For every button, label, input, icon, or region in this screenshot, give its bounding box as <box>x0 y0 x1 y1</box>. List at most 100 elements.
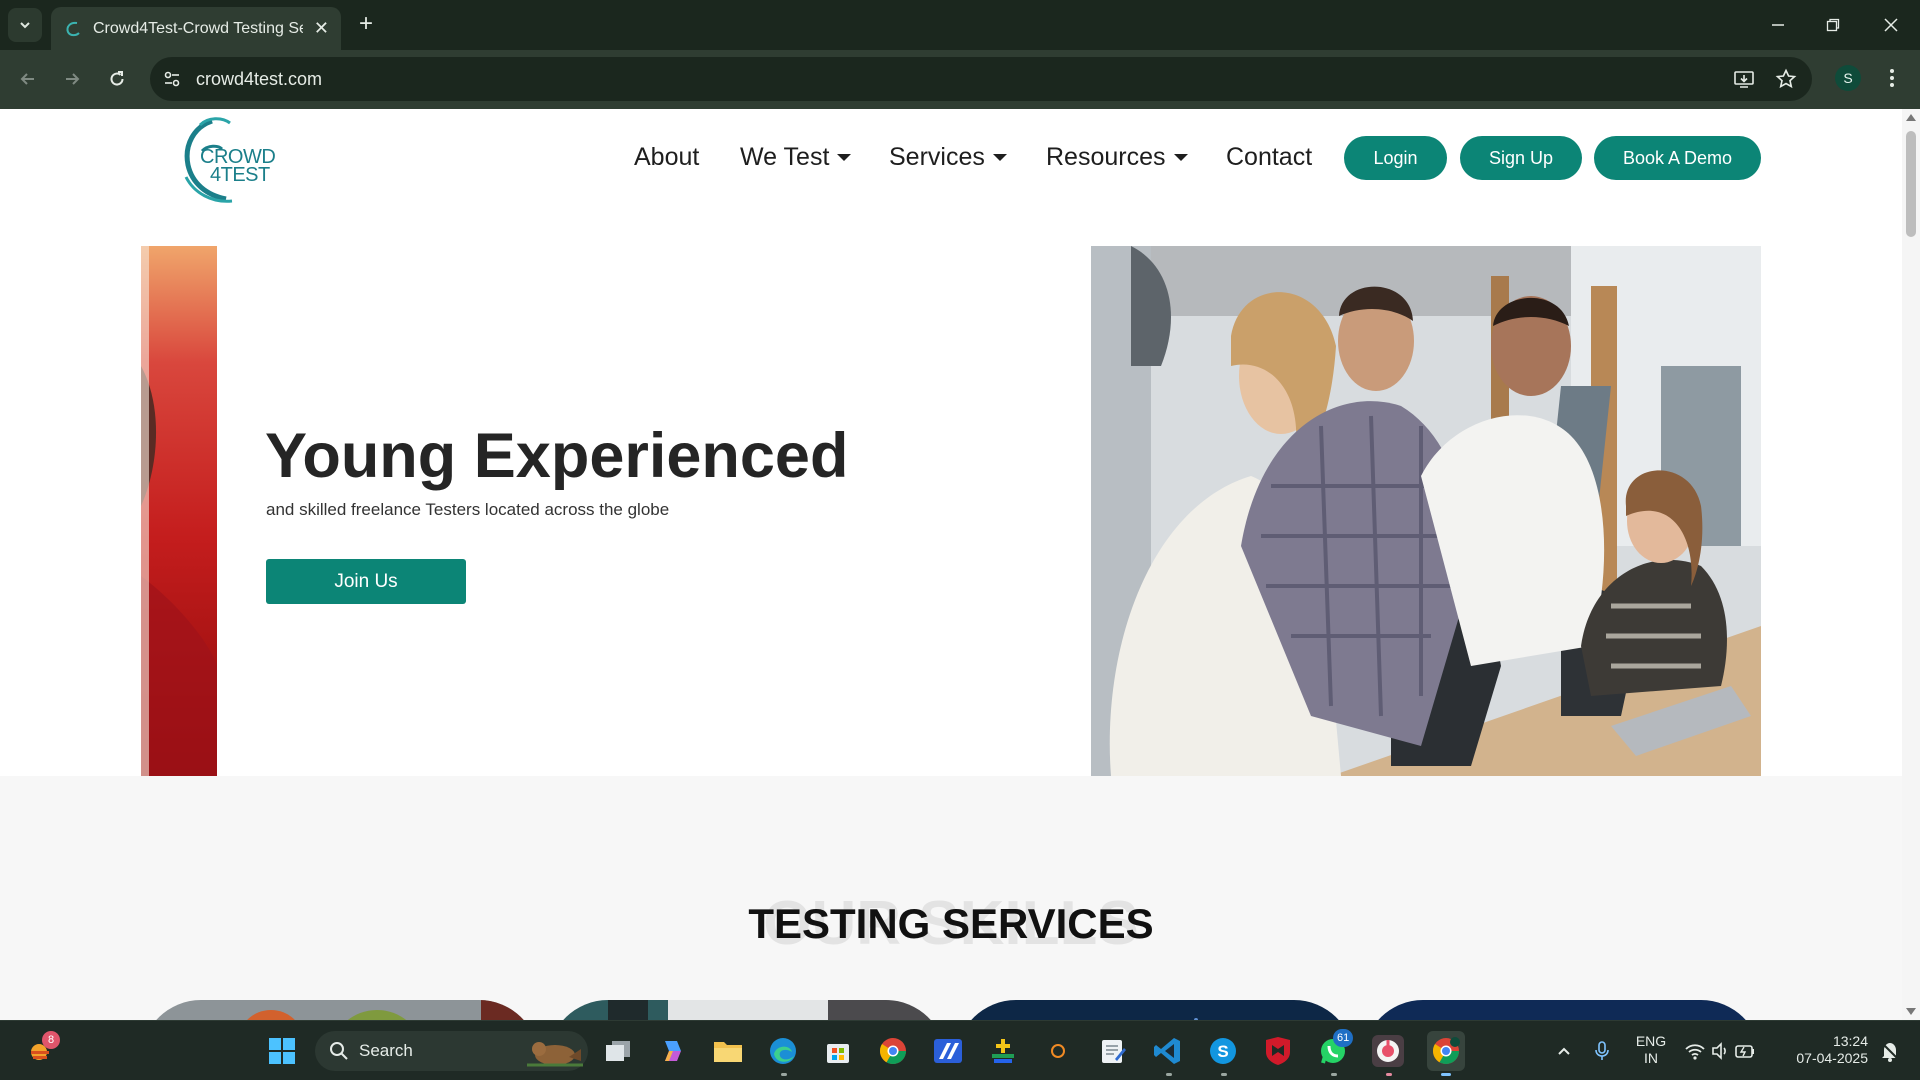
nav-we-test[interactable]: We Test <box>740 143 852 172</box>
forward-button[interactable] <box>56 63 88 95</box>
nav-services-label: Services <box>889 143 985 171</box>
join-us-button[interactable]: Join Us <box>266 559 466 604</box>
reload-icon <box>110 71 124 86</box>
vscode-icon <box>1154 1038 1180 1064</box>
back-button[interactable] <box>12 63 44 95</box>
chevron-down-icon <box>20 22 30 29</box>
service-card-3[interactable] <box>956 1000 1354 1020</box>
skype-button[interactable]: S <box>1207 1035 1239 1067</box>
service-card-4-image <box>1363 1000 1761 1020</box>
url-text[interactable]: crowd4test.com <box>196 69 322 89</box>
profile-avatar[interactable]: S <box>1835 65 1861 91</box>
skype-icon: S <box>1210 1038 1236 1064</box>
app-plus-button[interactable] <box>987 1035 1019 1067</box>
clock-date: 07-04-2025 <box>1796 1050 1868 1066</box>
browser-tab-active[interactable]: Crowd4Test-Crowd Testing Serv ✕ <box>51 7 341 50</box>
nav-about[interactable]: About <box>634 143 699 172</box>
taskbar-search-label: Search <box>359 1041 413 1060</box>
site-settings-icon[interactable] <box>162 69 182 89</box>
login-button[interactable]: Login <box>1344 136 1447 180</box>
close-window-button[interactable] <box>1876 12 1906 38</box>
page-scrollbar[interactable] <box>1902 109 1920 1020</box>
browser-menu-button[interactable] <box>1881 64 1903 92</box>
mcafee-shield-icon <box>1266 1037 1290 1065</box>
chrome-active-indicator <box>1441 1073 1451 1076</box>
install-app-icon[interactable] <box>1733 68 1755 90</box>
chrome-active-button[interactable] <box>1427 1031 1465 1071</box>
file-explorer-button[interactable] <box>712 1035 744 1067</box>
address-bar[interactable]: crowd4test.com <box>150 57 1812 101</box>
task-view-button[interactable] <box>602 1035 634 1067</box>
store-icon <box>827 1044 849 1063</box>
minimize-button[interactable] <box>1763 12 1793 38</box>
service-card-1[interactable] <box>141 1000 539 1020</box>
arrow-left-icon <box>20 73 34 85</box>
nav-services[interactable]: Services <box>889 143 1007 172</box>
scrollbar-thumb[interactable] <box>1906 131 1916 237</box>
chrome-app-button[interactable] <box>877 1035 909 1067</box>
reload-button[interactable] <box>101 63 133 95</box>
browser-titlebar: Crowd4Test-Crowd Testing Serv ✕ + <box>0 0 1920 50</box>
snipping-running-indicator <box>1386 1073 1392 1076</box>
nav-resources-label: Resources <box>1046 143 1166 171</box>
nav-contact[interactable]: Contact <box>1226 143 1312 172</box>
microphone-icon <box>1595 1041 1609 1060</box>
whatsapp-badge: 61 <box>1333 1029 1354 1047</box>
microphone-button[interactable] <box>1586 1035 1618 1067</box>
bookmark-star-icon[interactable] <box>1775 68 1797 90</box>
logo-wordmark: CROWD 4TEST <box>200 147 276 185</box>
quick-settings-button[interactable] <box>1680 1035 1760 1067</box>
windows-taskbar: 8 Search S 61 ENG IN 13:24 07-04-2025 <box>0 1020 1920 1080</box>
close-tab-icon[interactable]: ✕ <box>314 18 329 38</box>
caret-down-icon <box>992 154 1007 161</box>
widgets-button[interactable]: 8 <box>24 1031 60 1067</box>
nav-contact-label: Contact <box>1226 143 1313 171</box>
caret-down-icon <box>1173 154 1188 161</box>
tab-title: Crowd4Test-Crowd Testing Serv <box>93 19 303 37</box>
book-demo-button[interactable]: Book A Demo <box>1594 136 1761 180</box>
section-heading: TESTING SERVICES <box>748 900 1154 947</box>
notification-center-button[interactable] <box>1874 1035 1906 1067</box>
arrow-right-icon <box>66 73 80 85</box>
copilot-button[interactable] <box>657 1035 689 1067</box>
crowd4test-logo[interactable]: CROWD 4TEST <box>178 115 282 207</box>
hero-previous-slide-image <box>141 246 217 776</box>
power-automate-button[interactable] <box>932 1035 964 1067</box>
crowd4test-favicon-icon <box>66 21 80 36</box>
service-card-1-image <box>141 1000 539 1020</box>
start-button[interactable] <box>266 1035 298 1067</box>
widgets-badge: 8 <box>42 1031 60 1049</box>
restore-button[interactable] <box>1818 12 1848 38</box>
language-region: IN <box>1644 1050 1658 1066</box>
web-page: CROWD 4TEST About We Test Services Resou… <box>0 109 1902 1020</box>
nav-resources[interactable]: Resources <box>1046 143 1188 172</box>
volume-icon <box>1712 1042 1726 1060</box>
input-language-indicator[interactable]: ENG IN <box>1628 1033 1674 1067</box>
orange-ring-app-button[interactable] <box>1042 1035 1074 1067</box>
new-tab-button[interactable]: + <box>352 11 380 37</box>
microsoft-store-button[interactable] <box>822 1035 854 1067</box>
edge-running-indicator <box>781 1073 787 1076</box>
clock[interactable]: 13:24 07-04-2025 <box>1778 1033 1868 1067</box>
scroll-down-arrow-icon[interactable] <box>1906 1008 1916 1015</box>
tab-search-button[interactable] <box>8 8 42 42</box>
chrome-icon <box>879 1038 907 1065</box>
hero-subtitle: and skilled freelance Testers located ac… <box>266 500 670 519</box>
testing-services-section: OUR SKILLS TESTING SERVICES <box>0 776 1902 1020</box>
service-card-2[interactable] <box>548 1000 946 1020</box>
notepad-icon <box>1102 1040 1126 1063</box>
taskbar-search[interactable]: Search <box>315 1031 588 1071</box>
edge-browser-icon <box>770 1038 796 1064</box>
vscode-button[interactable] <box>1152 1035 1184 1067</box>
whatsapp-button[interactable]: 61 <box>1317 1029 1354 1067</box>
mcafee-button[interactable] <box>1262 1035 1294 1067</box>
skype-running-indicator <box>1221 1073 1227 1076</box>
snipping-tool-button[interactable] <box>1372 1035 1404 1067</box>
sign-up-button[interactable]: Sign Up <box>1460 136 1582 180</box>
notepad-button[interactable] <box>1097 1035 1129 1067</box>
chevron-up-icon <box>1558 1047 1570 1055</box>
service-card-4[interactable] <box>1363 1000 1761 1020</box>
show-hidden-icons-button[interactable] <box>1548 1035 1580 1067</box>
edge-button[interactable] <box>767 1035 799 1067</box>
scroll-up-arrow-icon[interactable] <box>1906 114 1916 121</box>
